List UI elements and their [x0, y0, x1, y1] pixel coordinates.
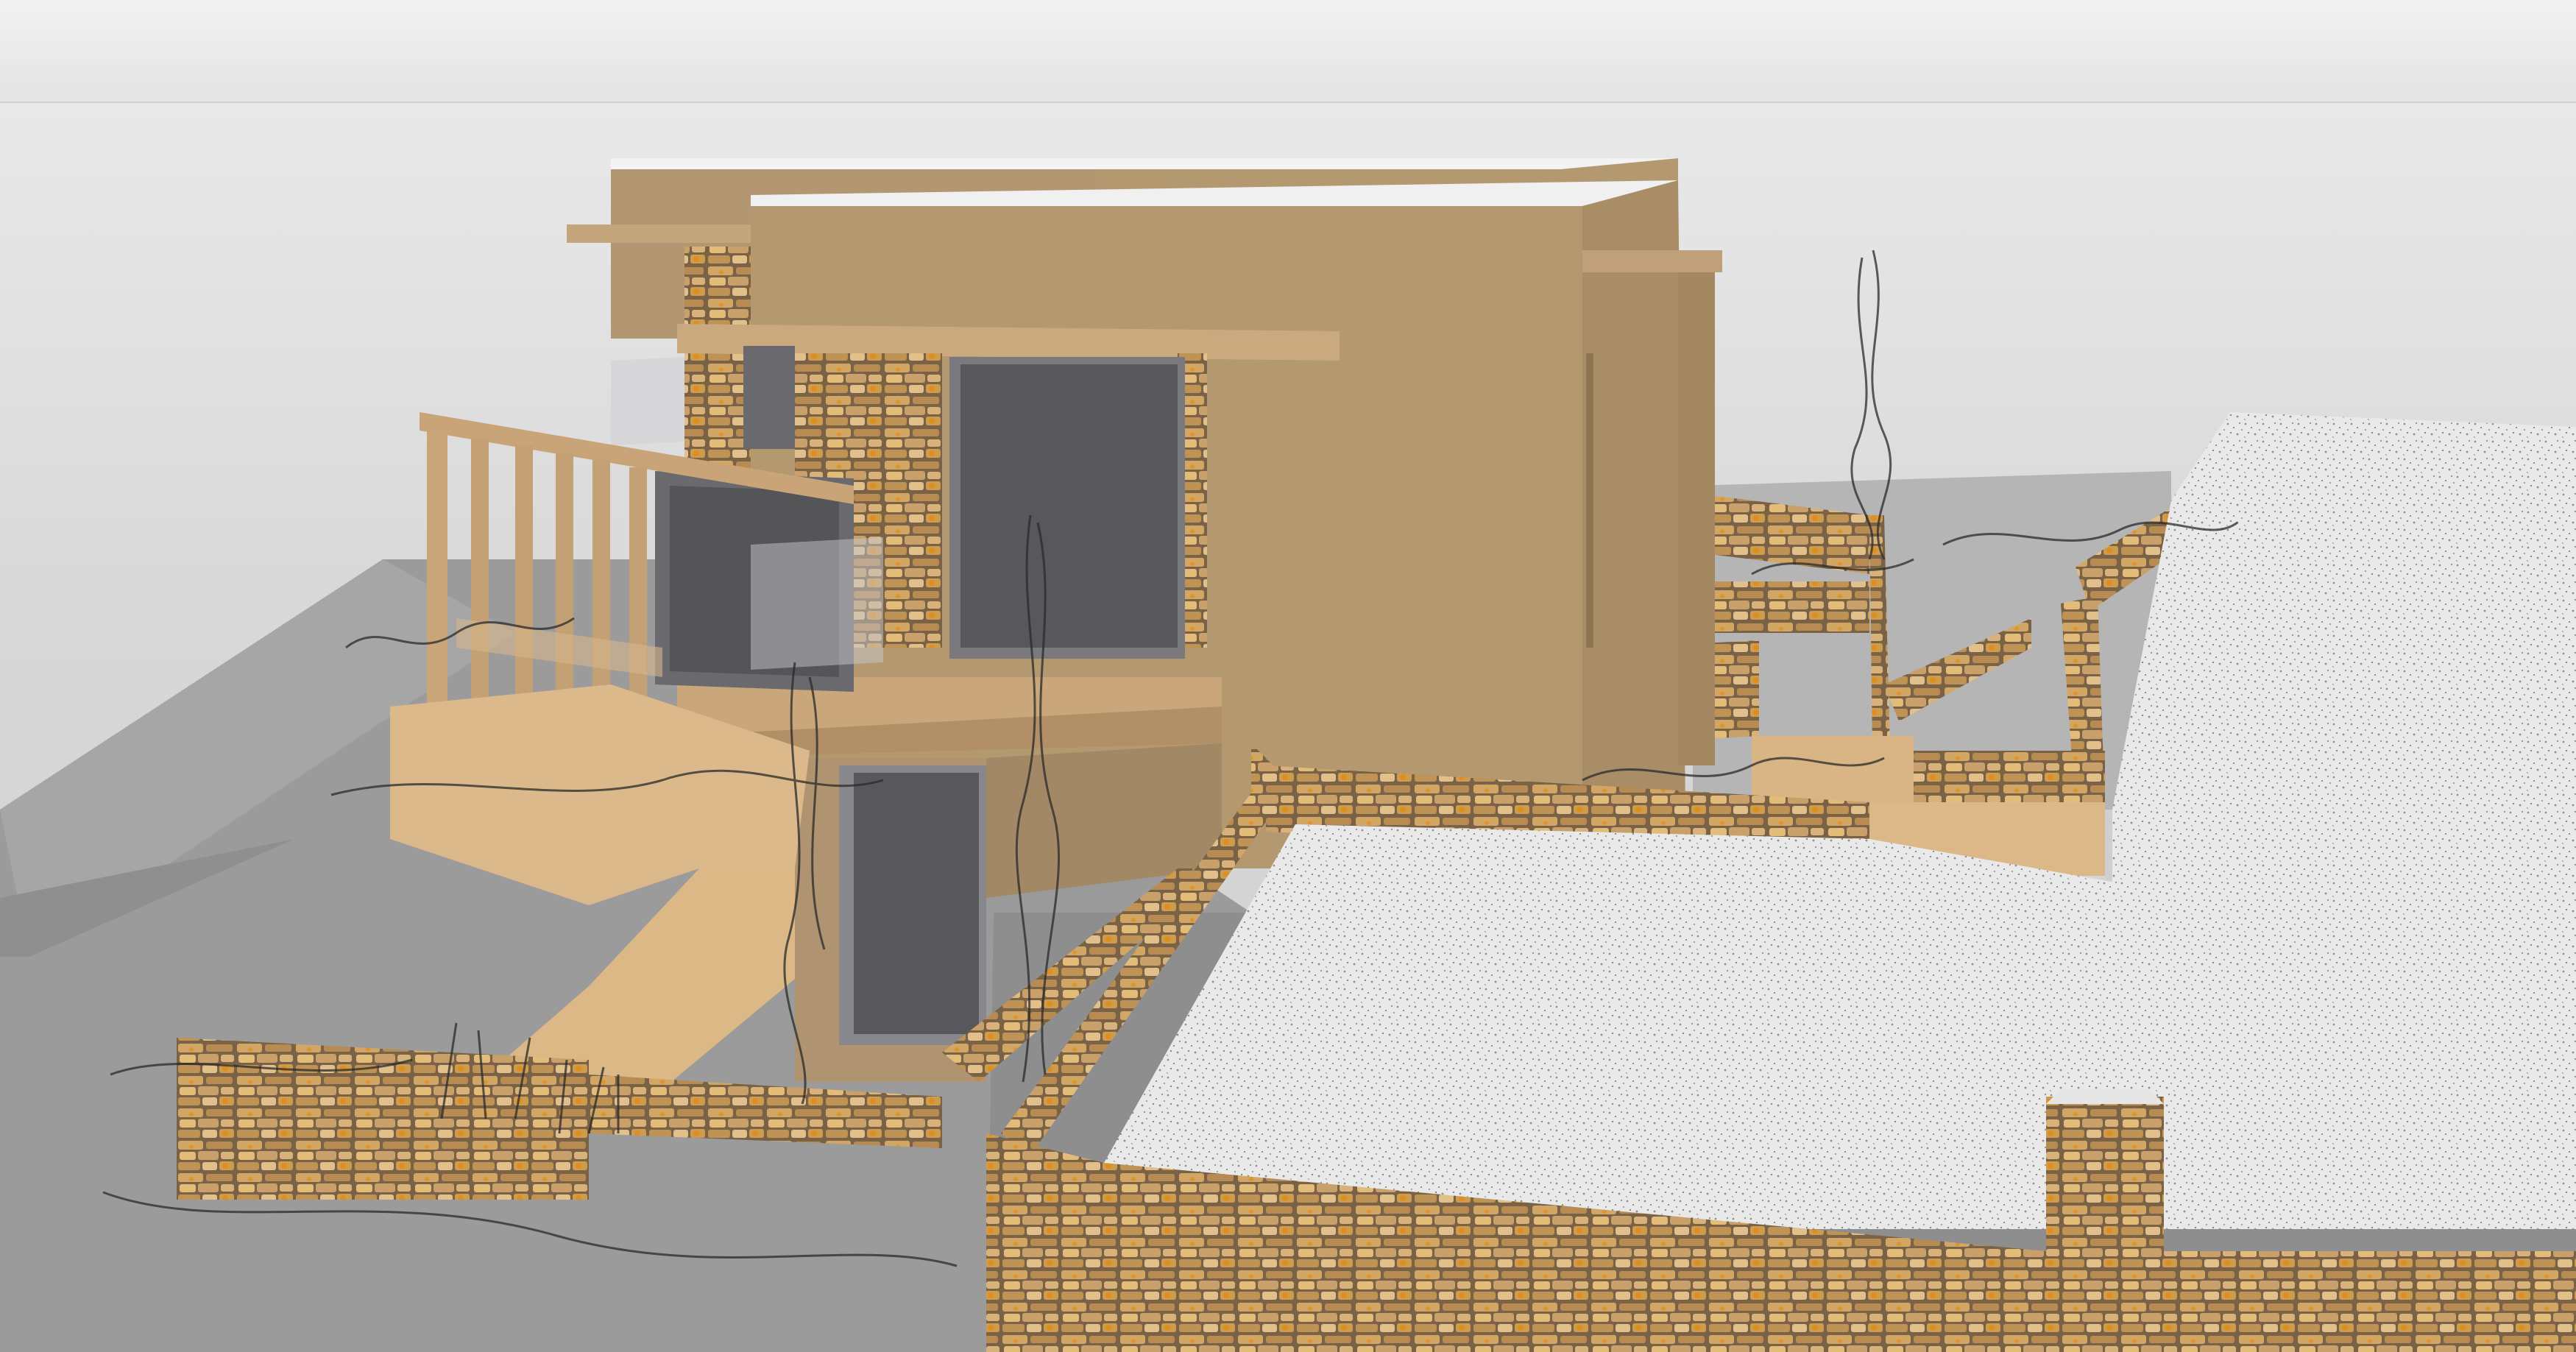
3d-viewport[interactable] — [0, 103, 2576, 1352]
toolbar-strip — [0, 0, 2576, 103]
gravel-platform-upper — [2105, 412, 2576, 883]
model-scene — [0, 158, 2576, 1352]
